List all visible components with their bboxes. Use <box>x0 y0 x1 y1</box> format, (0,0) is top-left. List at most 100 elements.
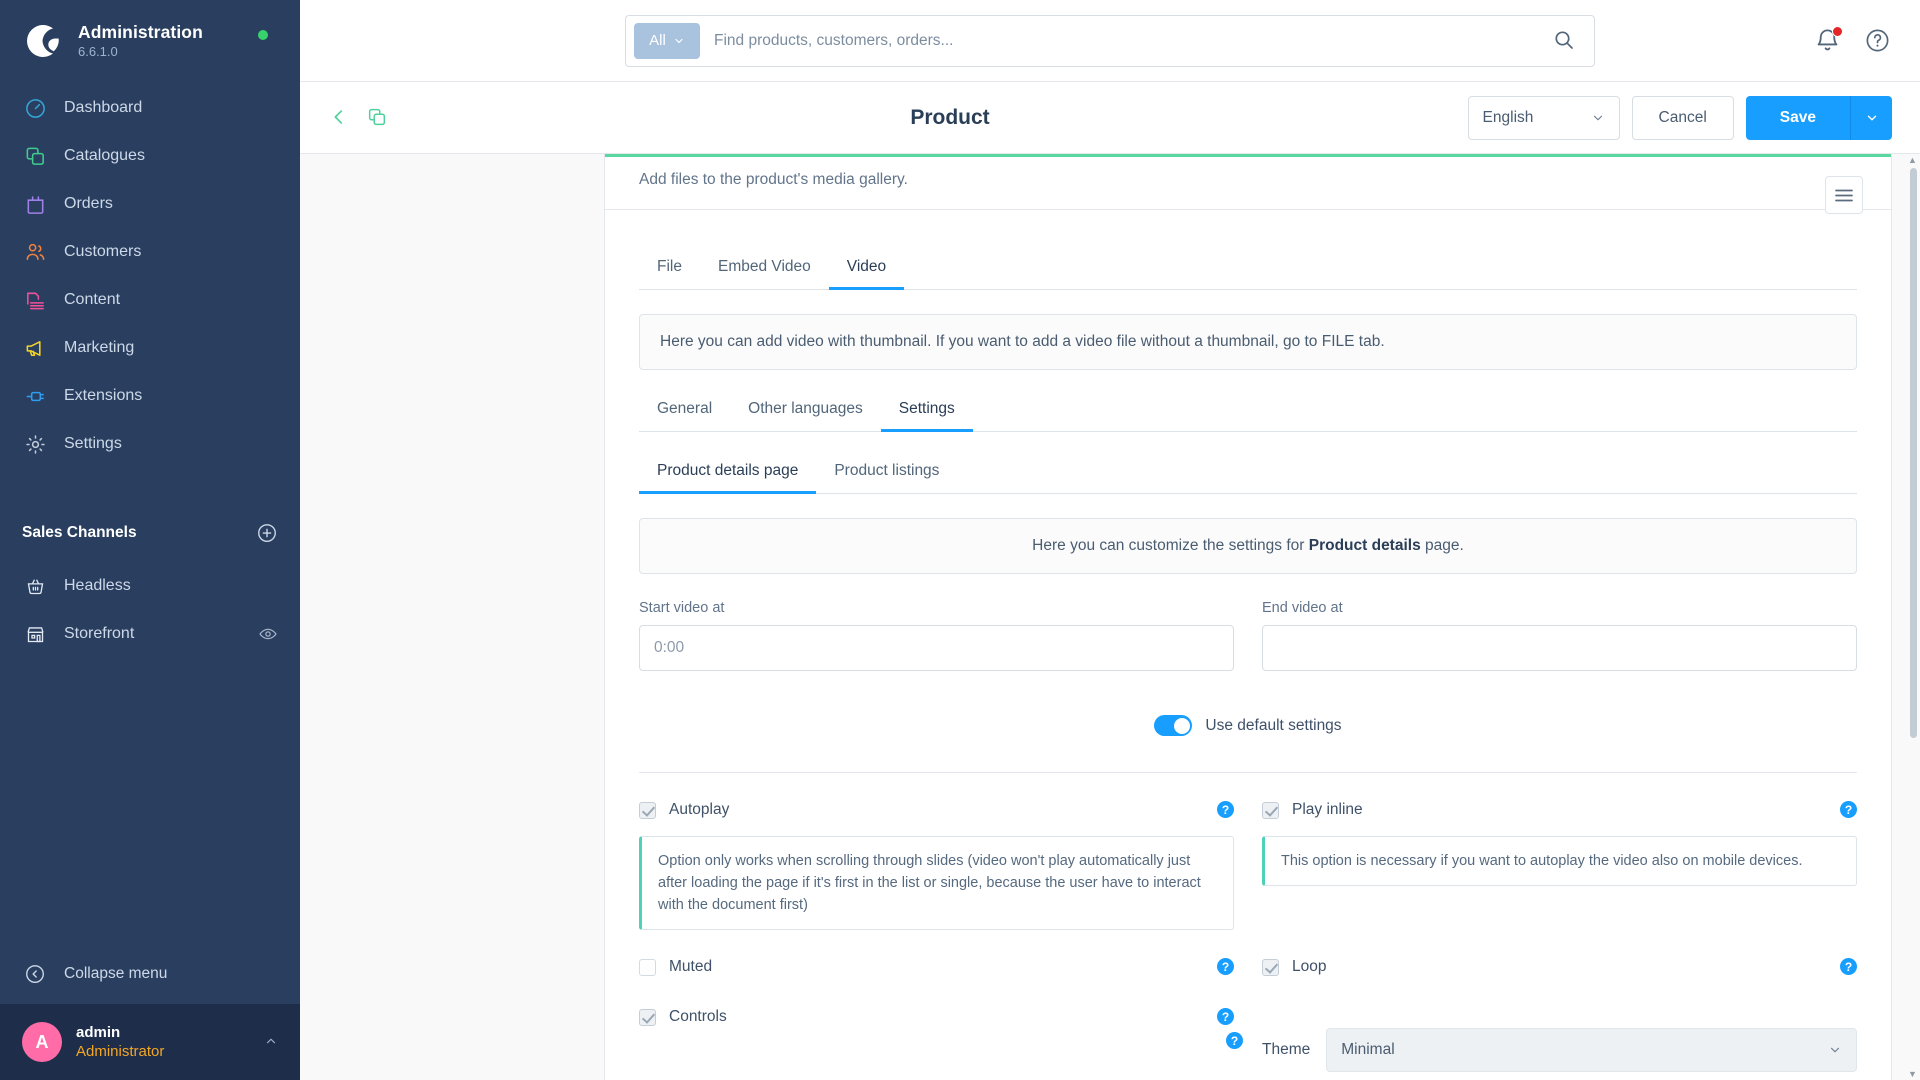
tab-embed-video[interactable]: Embed Video <box>700 244 829 289</box>
sidebar-item-catalogues[interactable]: Catalogues <box>0 132 300 180</box>
use-default-settings-label: Use default settings <box>1205 716 1342 734</box>
start-video-input[interactable] <box>639 625 1234 671</box>
extensions-icon <box>22 383 48 409</box>
tab-product-listings[interactable]: Product listings <box>816 448 957 493</box>
sidebar-header: Administration 6.6.1.0 <box>0 0 300 70</box>
add-sales-channel-icon[interactable] <box>256 522 278 544</box>
video-tabs-wrap: General Other languages Settings <box>605 370 1891 432</box>
chevron-down-icon <box>1867 115 1876 120</box>
play-inline-hint: This option is necessary if you want to … <box>1262 836 1857 887</box>
sidebar-item-settings[interactable]: Settings <box>0 420 300 468</box>
tab-file[interactable]: File <box>639 244 700 289</box>
theme-help-icon[interactable]: ? <box>1226 1032 1243 1050</box>
notification-badge <box>1832 25 1843 37</box>
content-scroll-area: Add files to the product's media gallery… <box>300 154 1920 1080</box>
sidebar-item-dashboard[interactable]: Dashboard <box>0 84 300 132</box>
language-select-value: English <box>1482 108 1534 126</box>
notifications-bell-icon[interactable] <box>1814 25 1843 55</box>
app-version: 6.6.1.0 <box>78 44 118 60</box>
save-options-button[interactable] <box>1850 95 1892 140</box>
scroll-down-arrow-icon[interactable]: ▼ <box>1908 1068 1917 1080</box>
sidebar-item-marketing[interactable]: Marketing <box>0 324 300 372</box>
play-inline-help-icon[interactable]: ? <box>1840 801 1857 818</box>
save-button[interactable]: Save <box>1745 95 1850 140</box>
cancel-button[interactable]: Cancel <box>1631 95 1734 140</box>
sidebar-item-customers[interactable]: Customers <box>0 228 300 276</box>
sidebar-item-label: Marketing <box>64 339 135 356</box>
loop-checkbox[interactable] <box>1262 958 1279 976</box>
muted-help-icon[interactable]: ? <box>1217 958 1234 976</box>
sidebar-item-orders[interactable]: Orders <box>0 180 300 228</box>
muted-checkbox[interactable] <box>639 958 656 976</box>
scroll-up-arrow-icon[interactable]: ▲ <box>1908 154 1917 166</box>
sidebar-item-content[interactable]: Content <box>0 276 300 324</box>
shopware-logo-icon <box>22 20 64 62</box>
sidebar-item-extensions[interactable]: Extensions <box>0 372 300 420</box>
search-scope-selector[interactable]: All <box>634 22 700 59</box>
autoplay-hint: Option only works when scrolling through… <box>639 836 1234 931</box>
use-default-settings-toggle[interactable] <box>1154 715 1193 736</box>
card-subtitle: Add files to the product's media gallery… <box>605 157 1891 210</box>
collapse-menu-label: Collapse menu <box>64 965 168 982</box>
media-tabs-wrap: File Embed Video Video <box>605 210 1891 290</box>
app-title: Administration <box>78 21 203 42</box>
sidebar-channel-headless[interactable]: Headless <box>0 562 300 610</box>
theme-select[interactable]: Minimal <box>1326 1028 1857 1073</box>
main-area: All Find products, customers, orders... … <box>300 0 1920 1080</box>
tab-other-languages[interactable]: Other languages <box>730 386 881 431</box>
page-title: Product <box>910 105 990 129</box>
page-scrollbar[interactable]: ▲ ▼ <box>1908 154 1918 1080</box>
controls-help-icon[interactable]: ? <box>1217 1008 1234 1026</box>
end-video-input[interactable] <box>1262 625 1857 671</box>
marketing-icon <box>22 335 48 361</box>
option-loop: Loop ? <box>1262 930 1857 980</box>
search-input[interactable] <box>700 31 1552 50</box>
top-bar-actions <box>1814 25 1892 55</box>
sidebar-item-label: Content <box>64 291 121 308</box>
chevron-up-icon[interactable] <box>264 1034 278 1051</box>
scrollbar-thumb[interactable] <box>1910 168 1917 738</box>
loop-help-icon[interactable]: ? <box>1840 958 1857 976</box>
smart-bar-actions: English Cancel Save <box>1467 95 1892 140</box>
duplicate-icon[interactable] <box>366 106 390 130</box>
controls-checkbox[interactable] <box>639 1008 656 1026</box>
tab-general[interactable]: General <box>639 386 730 431</box>
option-autoplay: Autoplay ? Option only works when scroll… <box>639 773 1234 931</box>
search-icon[interactable] <box>1552 28 1578 54</box>
user-name: admin <box>76 1023 121 1041</box>
tab-product-details-page[interactable]: Product details page <box>639 448 817 494</box>
collapse-menu-button[interactable]: Collapse menu <box>0 944 300 1004</box>
tab-settings[interactable]: Settings <box>880 386 973 432</box>
media-tabs: File Embed Video Video <box>639 244 1857 290</box>
autoplay-checkbox[interactable] <box>639 801 656 819</box>
loop-label: Loop <box>1292 958 1327 976</box>
controls-label: Controls <box>669 1008 727 1026</box>
sidebar-channel-label: Storefront <box>64 625 135 642</box>
user-profile[interactable]: A admin Administrator <box>0 1004 300 1080</box>
video-time-row: Start video at End video at <box>639 600 1857 671</box>
media-card: Add files to the product's media gallery… <box>604 154 1892 1080</box>
sidebar-channel-storefront[interactable]: Storefront <box>0 610 300 658</box>
option-muted: Muted ? <box>639 930 1234 980</box>
tab-video[interactable]: Video <box>828 244 905 290</box>
card-options-button[interactable] <box>1825 176 1863 214</box>
autoplay-label: Autoplay <box>669 801 730 818</box>
sidebar-item-label: Customers <box>64 243 142 260</box>
preview-eye-icon[interactable] <box>258 624 278 644</box>
help-icon[interactable] <box>1864 27 1892 55</box>
back-icon[interactable] <box>328 106 352 130</box>
play-inline-checkbox[interactable] <box>1262 801 1279 819</box>
chevron-down-icon <box>675 38 683 43</box>
gear-icon <box>22 431 48 457</box>
settings-notice-pre: Here you can customize the settings for <box>1032 537 1309 554</box>
global-search[interactable]: All <box>625 14 1595 67</box>
video-tabs: General Other languages Settings <box>639 386 1857 432</box>
smart-bar: Product English Cancel Save <box>300 82 1920 154</box>
option-play-inline: Play inline ? This option is necessary i… <box>1262 773 1857 930</box>
language-select[interactable]: English <box>1467 95 1620 140</box>
play-inline-label: Play inline <box>1292 801 1363 818</box>
sidebar: Administration 6.6.1.0 Dashboard Catalog… <box>0 0 300 1080</box>
autoplay-help-icon[interactable]: ? <box>1217 801 1234 818</box>
end-video-label: End video at <box>1262 600 1343 616</box>
option-theme: ? Theme Minimal <box>1226 980 1857 1073</box>
